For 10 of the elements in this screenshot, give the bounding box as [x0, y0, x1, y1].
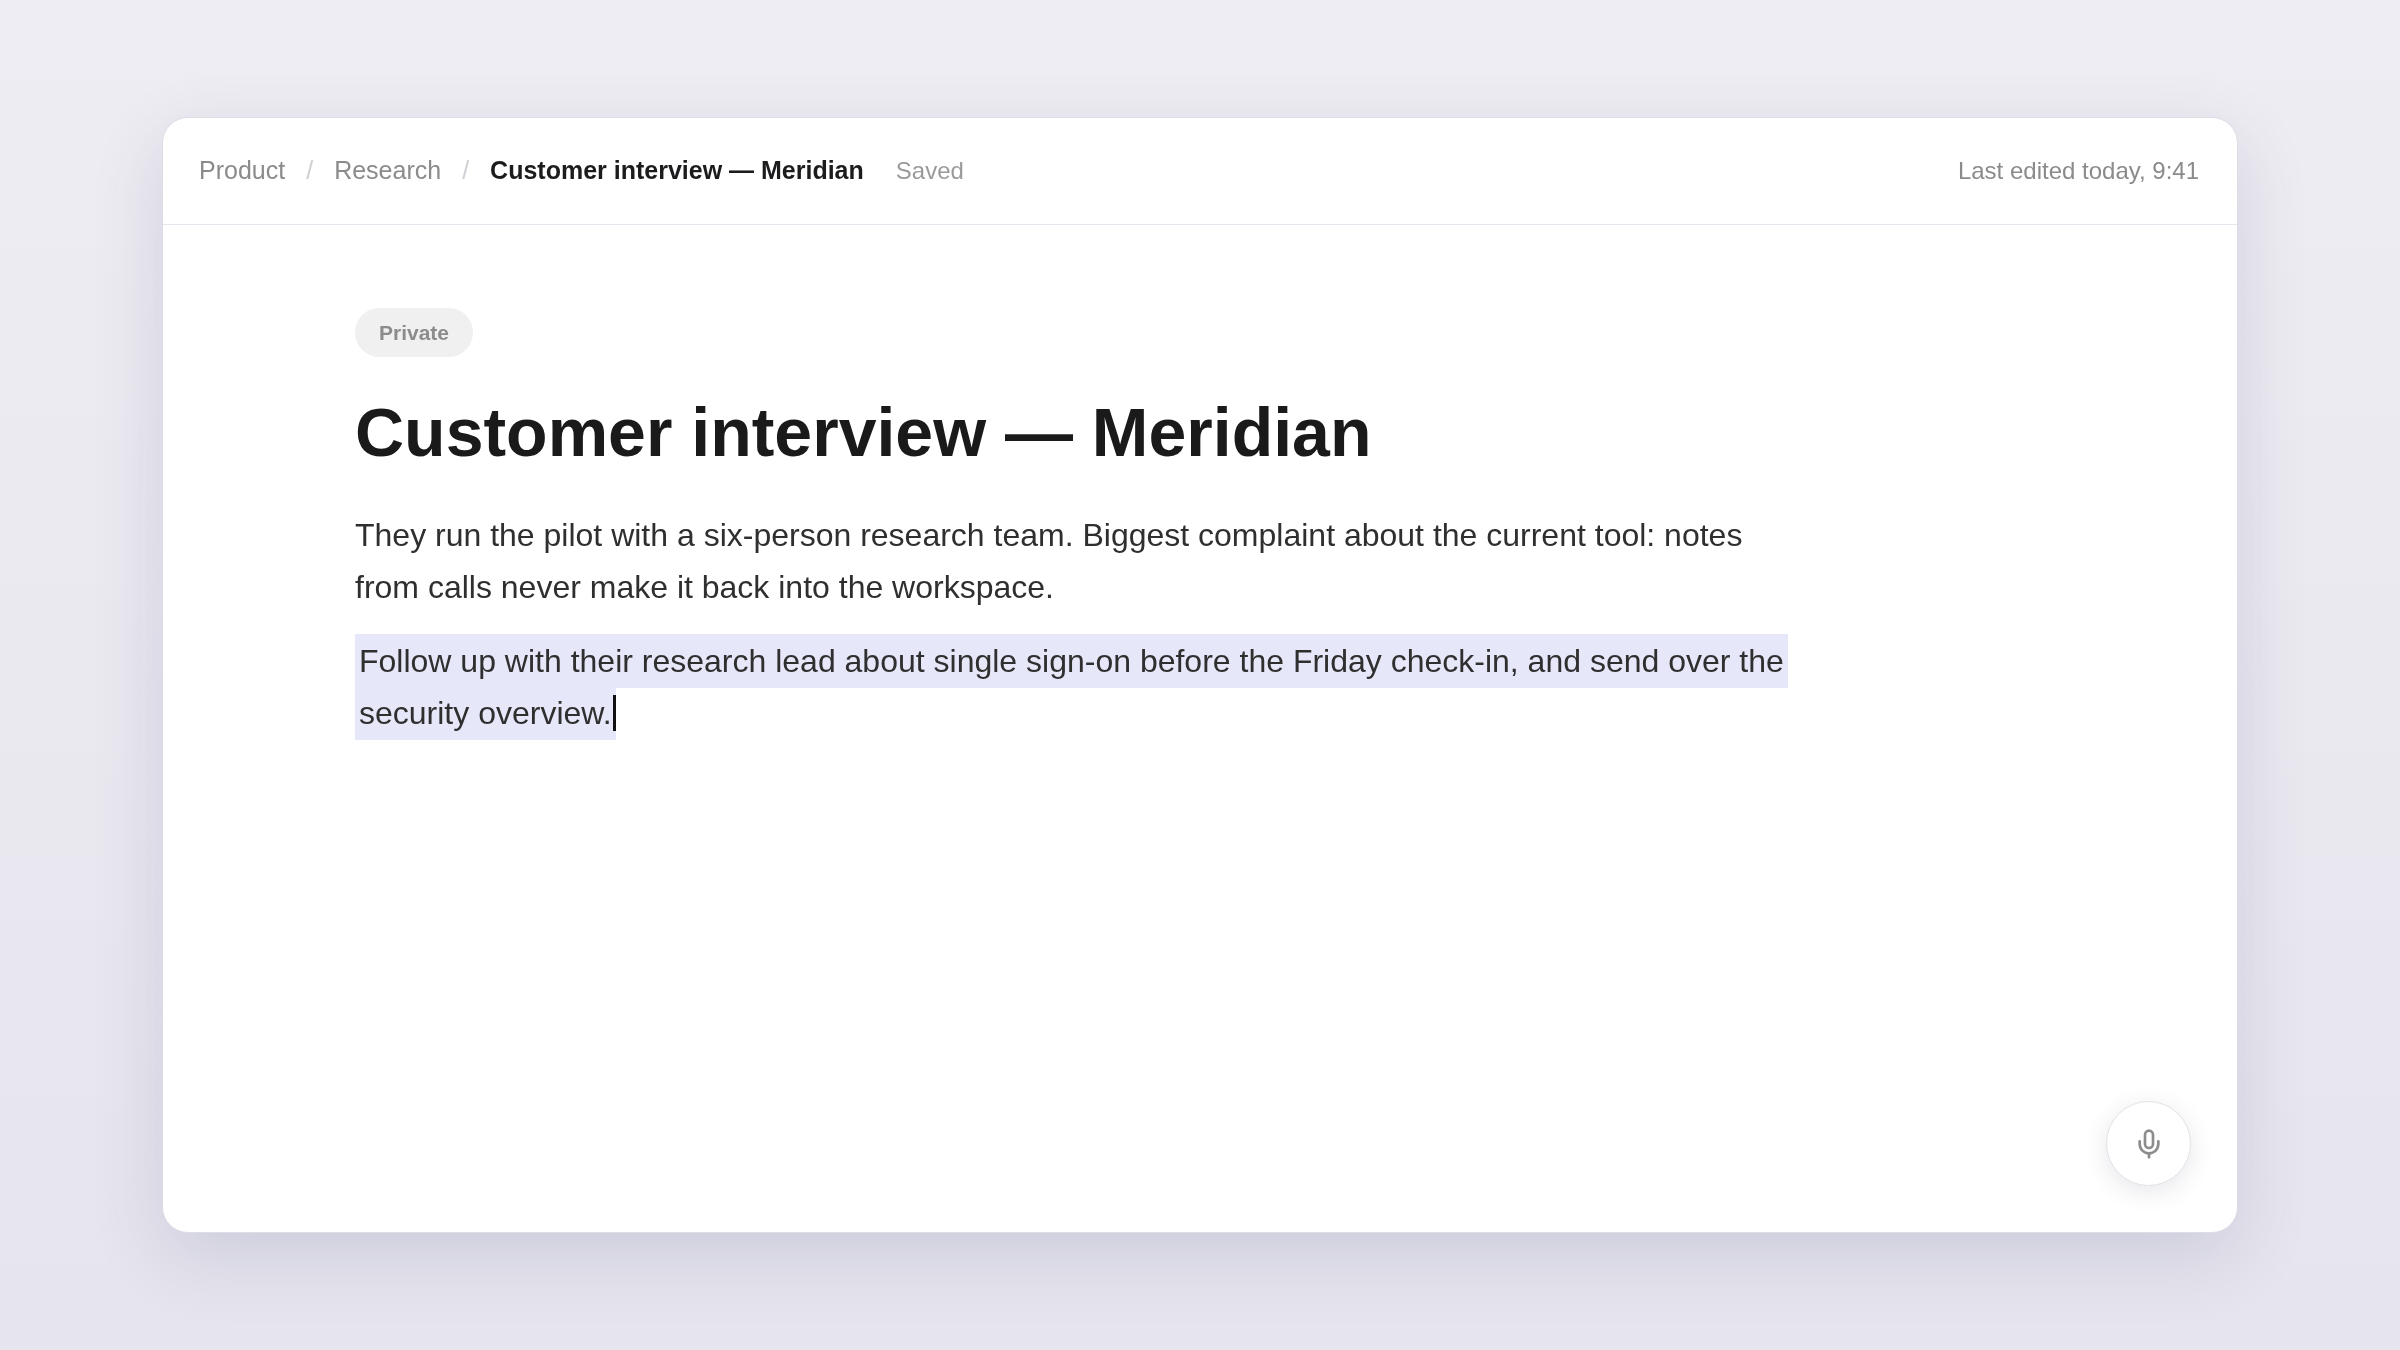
breadcrumb-separator: / — [306, 155, 314, 187]
breadcrumb-current[interactable]: Customer interview — Meridian — [490, 152, 864, 190]
privacy-tag: Private — [355, 308, 474, 357]
save-status: Saved — [895, 156, 964, 186]
document-title: Customer interview — Meridian — [355, 393, 1372, 472]
breadcrumb-separator: / — [462, 155, 470, 187]
paragraph-text: They run the pilot with a six-person research team. Biggest complaint about the current tool: notes from calls never make it back into the workspace. — [355, 516, 1744, 608]
breadcrumb-link[interactable]: Product — [199, 152, 286, 190]
last-edited-text: Last edited today, 9:41 — [1957, 156, 2199, 186]
breadcrumb-link[interactable]: Research — [334, 152, 442, 190]
